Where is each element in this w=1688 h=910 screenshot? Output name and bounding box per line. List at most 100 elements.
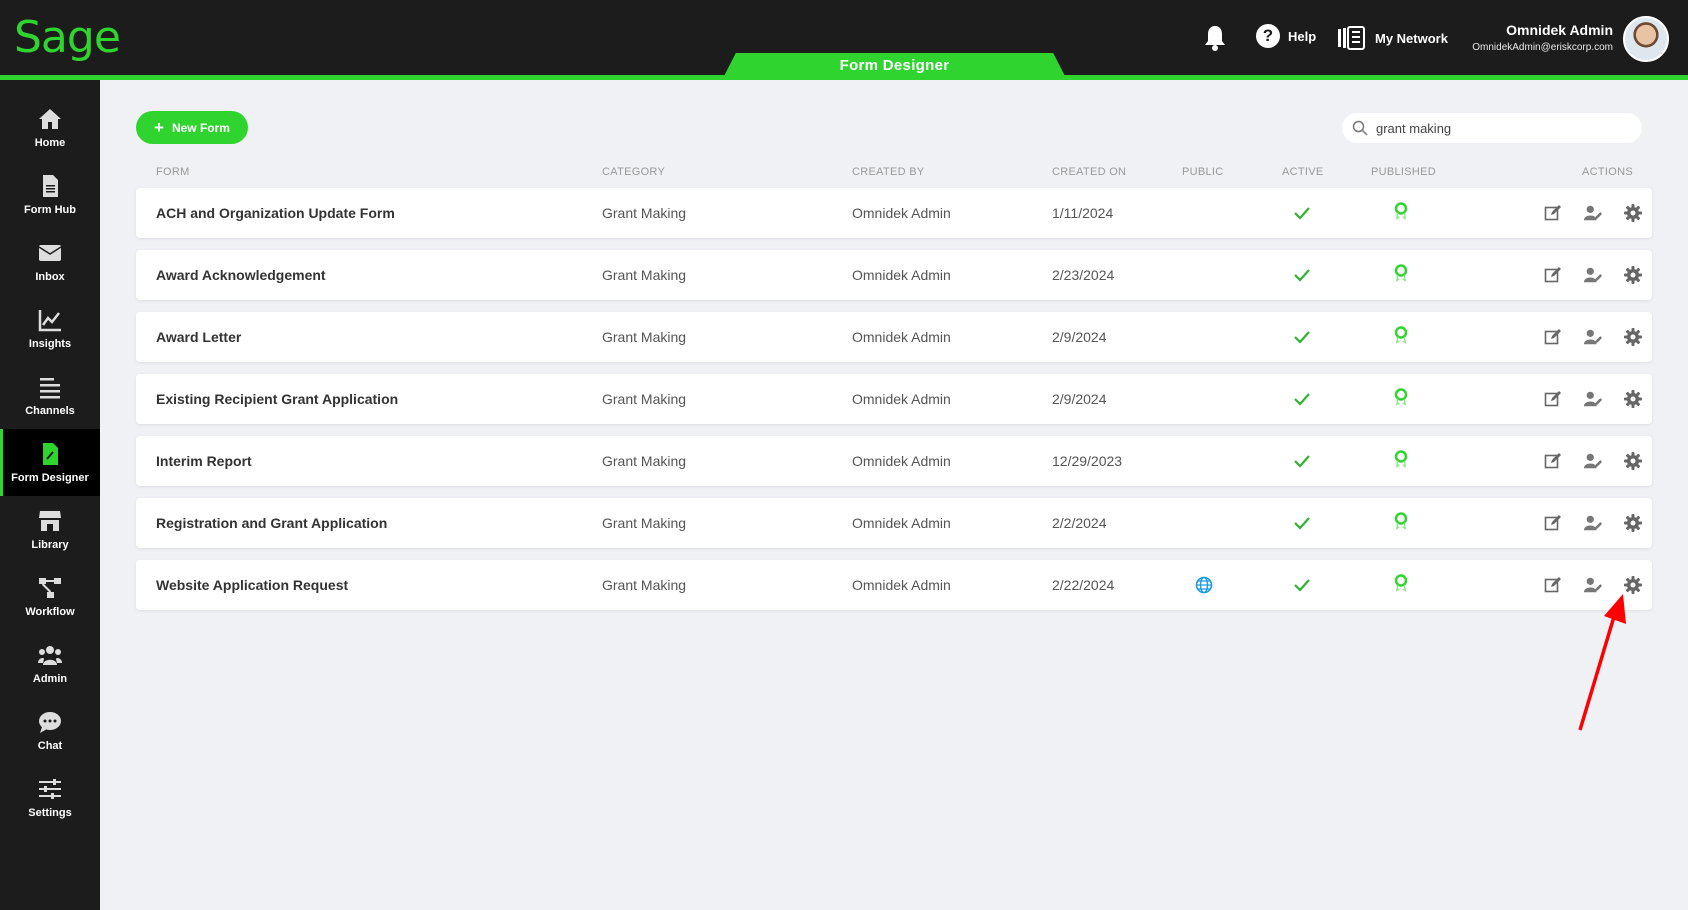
plus-icon: +: [154, 117, 164, 137]
gear-icon[interactable]: [1623, 265, 1643, 285]
sidebar-item-inbox[interactable]: Inbox: [0, 228, 100, 295]
sidebar-item-label: Inbox: [35, 270, 65, 283]
sidebar-item-label: Admin: [32, 672, 68, 685]
table-row[interactable]: ACH and Organization Update Form Grant M…: [136, 188, 1652, 238]
form-name[interactable]: Award Letter: [156, 312, 241, 362]
edit-icon[interactable]: [1543, 575, 1563, 595]
gear-icon[interactable]: [1623, 389, 1643, 409]
table-row[interactable]: Interim Report Grant Making Omnidek Admi…: [136, 436, 1652, 486]
form-name[interactable]: Award Acknowledgement: [156, 250, 326, 300]
edit-icon[interactable]: [1543, 389, 1563, 409]
form-created-by: Omnidek Admin: [852, 515, 951, 531]
form-created-on: 12/29/2023: [1052, 453, 1123, 469]
store-icon: [39, 510, 61, 531]
check-icon: [1294, 269, 1310, 282]
edit-icon[interactable]: [1543, 327, 1563, 347]
column-header-created-on[interactable]: CREATED ON: [1052, 166, 1126, 178]
table-row[interactable]: Existing Recipient Grant Application Gra…: [136, 374, 1652, 424]
avatar[interactable]: [1623, 16, 1669, 62]
annotation-arrow: [1578, 594, 1626, 731]
column-header-form[interactable]: FORM: [156, 166, 190, 178]
search-input[interactable]: [1376, 120, 1616, 136]
gear-icon[interactable]: [1623, 327, 1643, 347]
check-icon: [1294, 517, 1310, 530]
form-created-on: 2/9/2024: [1052, 391, 1107, 407]
table-row[interactable]: Award Letter Grant Making Omnidek Admin …: [136, 312, 1652, 362]
sage-logo[interactable]: Sage: [14, 12, 121, 63]
column-header-published[interactable]: PUBLISHED: [1371, 166, 1436, 178]
gear-icon[interactable]: [1623, 203, 1643, 223]
column-header-active[interactable]: ACTIVE: [1282, 166, 1324, 178]
form-category: Grant Making: [602, 577, 687, 593]
search-box[interactable]: [1342, 113, 1642, 143]
form-created-by: Omnidek Admin: [852, 329, 951, 345]
form-name[interactable]: ACH and Organization Update Form: [156, 188, 395, 238]
user-edit-icon[interactable]: [1583, 513, 1603, 533]
user-edit-icon[interactable]: [1583, 389, 1603, 409]
sidebar-item-settings[interactable]: Settings: [0, 764, 100, 831]
user-info[interactable]: Omnidek Admin OmnidekAdmin@eriskcorp.com: [1472, 22, 1613, 53]
check-icon: [1294, 393, 1310, 406]
form-created-by: Omnidek Admin: [852, 453, 951, 469]
sidebar-item-admin[interactable]: Admin: [0, 630, 100, 697]
table-row[interactable]: Award Acknowledgement Grant Making Omnid…: [136, 250, 1652, 300]
column-header-public[interactable]: PUBLIC: [1182, 166, 1224, 178]
form-created-on: 1/11/2024: [1052, 205, 1114, 221]
new-form-button[interactable]: + New Form: [136, 111, 248, 144]
column-header-created-by[interactable]: CREATED BY: [852, 166, 924, 178]
column-header-actions: ACTIONS: [1582, 166, 1633, 178]
sidebar-item-label: Form Designer: [11, 471, 89, 484]
sidebar-item-library[interactable]: Library: [0, 496, 100, 563]
sidebar-item-workflow[interactable]: Workflow: [0, 563, 100, 630]
form-category: Grant Making: [602, 453, 687, 469]
envelope-icon: [38, 244, 62, 261]
document-icon: [43, 174, 58, 197]
lines-icon: [40, 377, 60, 398]
form-category: Grant Making: [602, 329, 687, 345]
edit-icon[interactable]: [1543, 203, 1563, 223]
form-category: Grant Making: [602, 515, 687, 531]
table-row[interactable]: Website Application Request Grant Making…: [136, 560, 1652, 610]
form-name[interactable]: Registration and Grant Application: [156, 498, 387, 548]
header-accent-line: [0, 75, 1688, 80]
check-icon: [1294, 455, 1310, 468]
sidebar-item-home[interactable]: Home: [0, 94, 100, 161]
sidebar: Home Form Hub Inbox Insights Channels Fo…: [0, 80, 100, 910]
gear-icon[interactable]: [1623, 513, 1643, 533]
bell-icon[interactable]: [1203, 24, 1227, 52]
form-created-by: Omnidek Admin: [852, 267, 951, 283]
sidebar-item-form-designer[interactable]: Form Designer: [0, 429, 100, 496]
table-row[interactable]: Registration and Grant Application Grant…: [136, 498, 1652, 548]
user-edit-icon[interactable]: [1583, 265, 1603, 285]
sidebar-item-insights[interactable]: Insights: [0, 295, 100, 362]
user-edit-icon[interactable]: [1583, 203, 1603, 223]
form-created-on: 2/2/2024: [1052, 515, 1107, 531]
form-name[interactable]: Website Application Request: [156, 560, 348, 610]
help-button[interactable]: ? Help: [1256, 24, 1316, 48]
published-badge-icon: [1394, 326, 1408, 344]
sidebar-item-label: Library: [31, 538, 69, 551]
published-badge-icon: [1394, 450, 1408, 468]
help-label: Help: [1288, 28, 1317, 44]
my-network-button[interactable]: My Network: [1337, 26, 1448, 50]
gear-icon[interactable]: [1623, 451, 1643, 471]
chat-icon: [39, 711, 61, 733]
form-name[interactable]: Existing Recipient Grant Application: [156, 374, 398, 424]
question-icon: ?: [1256, 24, 1280, 48]
user-edit-icon[interactable]: [1583, 451, 1603, 471]
column-header-category[interactable]: CATEGORY: [602, 166, 665, 178]
sidebar-item-channels[interactable]: Channels: [0, 362, 100, 429]
edit-icon[interactable]: [1543, 265, 1563, 285]
gear-icon[interactable]: [1623, 575, 1643, 595]
edit-icon[interactable]: [1543, 513, 1563, 533]
form-name[interactable]: Interim Report: [156, 436, 252, 486]
sidebar-item-label: Form Hub: [24, 203, 76, 216]
check-icon: [1294, 579, 1310, 592]
published-badge-icon: [1394, 202, 1408, 220]
sidebar-item-chat[interactable]: Chat: [0, 697, 100, 764]
form-edit-icon: [43, 442, 58, 465]
sidebar-item-form-hub[interactable]: Form Hub: [0, 161, 100, 228]
edit-icon[interactable]: [1543, 451, 1563, 471]
user-edit-icon[interactable]: [1583, 575, 1603, 595]
user-edit-icon[interactable]: [1583, 327, 1603, 347]
